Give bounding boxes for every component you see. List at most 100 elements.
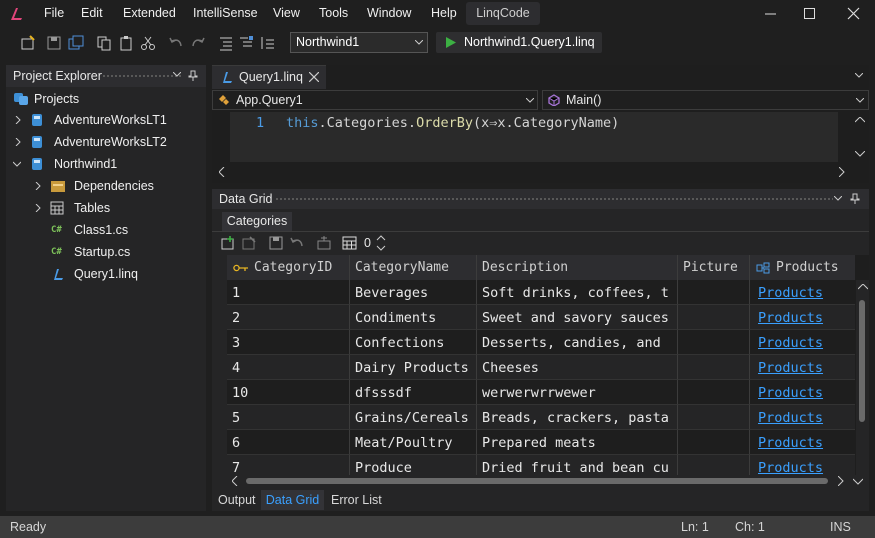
table-cell[interactable]: Meat/Poultry — [350, 430, 477, 455]
scroll-down-icon[interactable] — [855, 151, 865, 157]
cut-icon[interactable] — [140, 35, 156, 51]
menu-edit[interactable]: Edit — [81, 6, 103, 20]
menu-extended[interactable]: Extended — [123, 6, 176, 20]
table-cell[interactable]: 5 — [227, 405, 350, 430]
chevron-right-icon[interactable] — [34, 182, 42, 190]
pin-icon[interactable] — [850, 193, 860, 204]
tab-error-list[interactable]: Error List — [331, 490, 382, 510]
table-cell[interactable]: Dried fruit and bean cu — [477, 455, 678, 475]
class-navigator[interactable]: App.Query1 — [212, 90, 538, 110]
add-row-icon[interactable] — [220, 235, 236, 251]
table-row[interactable]: 7 Produce Dried fruit and bean cu Products — [227, 455, 855, 475]
products-link[interactable]: Products — [755, 335, 823, 351]
table-cell[interactable]: 10 — [227, 380, 350, 405]
table-cell[interactable]: Produce — [350, 455, 477, 475]
table-cell[interactable]: Dairy Products — [350, 355, 477, 380]
table-cell[interactable] — [678, 305, 750, 330]
column-header-picture[interactable]: Picture — [678, 255, 750, 280]
products-link[interactable]: Products — [755, 385, 823, 401]
menu-help[interactable]: Help — [431, 6, 457, 20]
menu-file[interactable]: File — [44, 6, 64, 20]
chevron-right-icon[interactable] — [14, 138, 22, 146]
table-row[interactable]: 3 Confections Desserts, candies, and Produc… — [227, 330, 855, 355]
copy-icon[interactable] — [96, 35, 112, 51]
chevron-down-icon[interactable] — [13, 160, 21, 168]
table-row[interactable]: 10 dfsssdf werwerwrrwewer Products — [227, 380, 855, 405]
table-icon[interactable] — [342, 235, 358, 251]
table-cell[interactable]: Beverages — [350, 280, 477, 305]
table-cell[interactable] — [678, 355, 750, 380]
redo-icon[interactable] — [190, 35, 206, 51]
tab-output[interactable]: Output — [218, 490, 256, 510]
table-cell[interactable]: 1 — [227, 280, 350, 305]
vertical-scrollbar[interactable] — [856, 280, 869, 475]
scroll-up-icon[interactable] — [855, 117, 865, 123]
undo-icon[interactable] — [168, 35, 184, 51]
close-icon[interactable] — [309, 72, 319, 82]
table-row[interactable]: 5 Grains/Cereals Breads, crackers, pasta Pr… — [227, 405, 855, 430]
table-cell[interactable]: dfsssdf — [350, 380, 477, 405]
table-cell[interactable] — [678, 455, 750, 475]
menu-window[interactable]: Window — [367, 6, 411, 20]
table-cell[interactable]: Prepared meats — [477, 430, 678, 455]
paste-icon[interactable] — [118, 35, 134, 51]
database-select[interactable]: Northwind1 — [290, 32, 428, 53]
table-cell[interactable]: Condiments — [350, 305, 477, 330]
table-cell[interactable]: Sweet and savory sauces — [477, 305, 678, 330]
table-row[interactable]: 2 Condiments Sweet and savory sauces Produc… — [227, 305, 855, 330]
table-cell[interactable]: Breads, crackers, pasta — [477, 405, 678, 430]
table-cell[interactable]: 7 — [227, 455, 350, 475]
scroll-left-icon[interactable] — [232, 476, 238, 486]
table-cell[interactable] — [678, 380, 750, 405]
tab-query1-linq[interactable]: Query1.linq — [212, 65, 326, 89]
menu-intellisense[interactable]: IntelliSense — [193, 6, 258, 20]
menu-tools[interactable]: Tools — [319, 6, 348, 20]
column-header-categoryid[interactable]: CategoryID — [227, 255, 350, 280]
table-cell[interactable]: Cheeses — [477, 355, 678, 380]
hierarchy-icon[interactable] — [316, 235, 332, 251]
format-icon[interactable] — [218, 35, 234, 51]
comment-icon[interactable] — [238, 35, 254, 51]
table-row[interactable]: 4 Dairy Products Cheeses Products — [227, 355, 855, 380]
products-link[interactable]: Products — [755, 410, 823, 426]
table-cell[interactable]: Soft drinks, coffees, t — [477, 280, 678, 305]
scroll-right-icon[interactable] — [838, 476, 844, 486]
table-cell[interactable]: 6 — [227, 430, 350, 455]
scroll-right-icon[interactable] — [839, 167, 845, 177]
column-header-products[interactable]: Products — [750, 255, 855, 280]
table-cell[interactable] — [678, 430, 750, 455]
tab-categories[interactable]: Categories — [222, 212, 292, 231]
minimize-button[interactable] — [752, 0, 790, 28]
products-link[interactable]: Products — [755, 285, 823, 301]
table-row[interactable]: 1 Beverages Soft drinks, coffees, t Product… — [227, 280, 855, 305]
table-cell[interactable] — [678, 330, 750, 355]
column-header-description[interactable]: Description — [477, 255, 678, 280]
chevron-right-icon[interactable] — [34, 204, 42, 212]
edit-row-icon[interactable] — [241, 235, 257, 251]
table-cell[interactable]: Confections — [350, 330, 477, 355]
table-cell[interactable]: Desserts, candies, and — [477, 330, 678, 355]
table-row[interactable]: 6 Meat/Poultry Prepared meats Products — [227, 430, 855, 455]
products-link[interactable]: Products — [755, 435, 823, 451]
tab-data-grid[interactable]: Data Grid — [261, 490, 324, 510]
products-link[interactable]: Products — [755, 360, 823, 376]
run-button[interactable]: Northwind1.Query1.linq — [436, 32, 602, 53]
save-icon[interactable] — [46, 35, 62, 51]
chevron-down-icon[interactable] — [855, 73, 863, 79]
table-cell[interactable]: 4 — [227, 355, 350, 380]
scroll-thumb[interactable] — [246, 478, 828, 484]
code-text-area[interactable]: 1 this.Categories.OrderBy(x⇒x.CategoryNa… — [230, 112, 838, 162]
table-cell[interactable] — [678, 405, 750, 430]
table-cell[interactable]: werwerwrrwewer — [477, 380, 678, 405]
chevron-right-icon[interactable] — [14, 116, 22, 124]
code-line[interactable]: this.Categories.OrderBy(x⇒x.CategoryName… — [286, 115, 619, 131]
scroll-up-icon[interactable] — [858, 284, 868, 290]
table-cell[interactable]: Grains/Cereals — [350, 405, 477, 430]
scroll-left-icon[interactable] — [219, 167, 225, 177]
save-all-icon[interactable] — [68, 35, 84, 51]
table-cell[interactable]: 3 — [227, 330, 350, 355]
indent-icon[interactable] — [260, 35, 276, 51]
chevron-down-icon[interactable] — [834, 196, 842, 202]
horizontal-scrollbar[interactable] — [212, 475, 869, 487]
table-cell[interactable]: 2 — [227, 305, 350, 330]
